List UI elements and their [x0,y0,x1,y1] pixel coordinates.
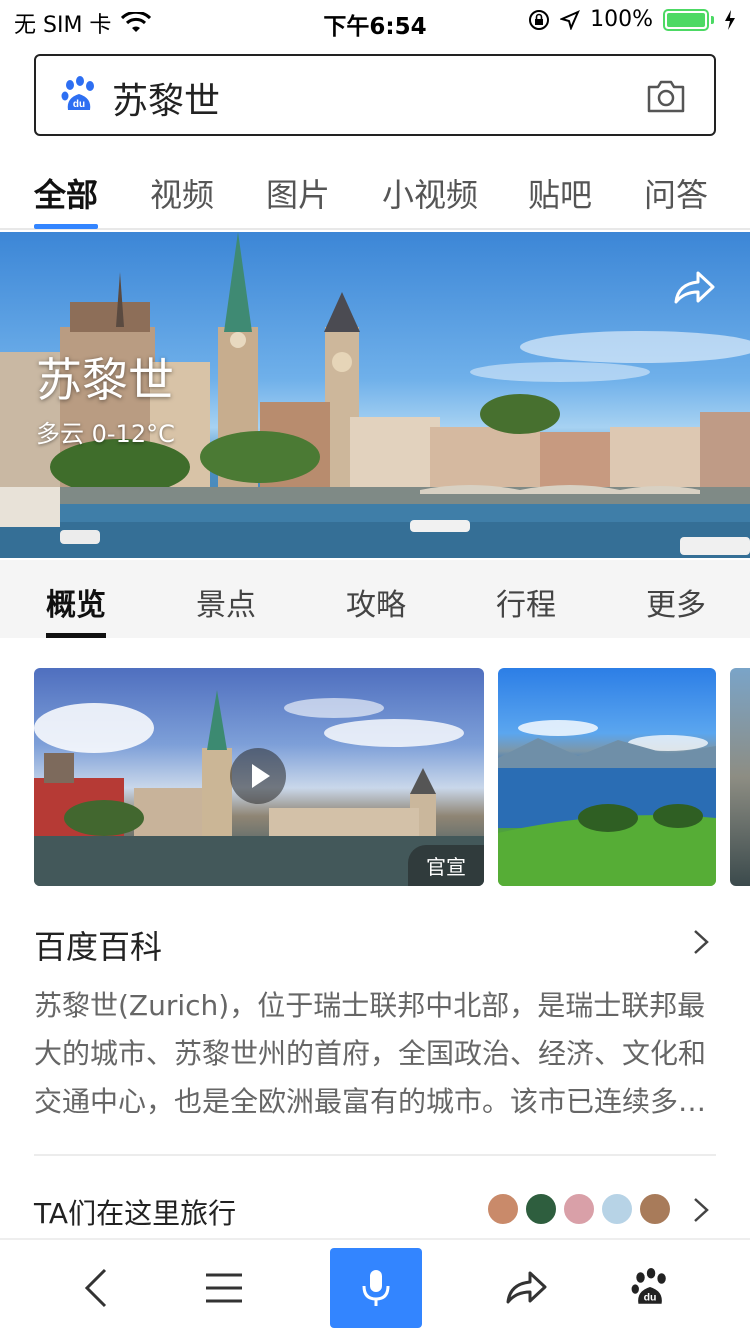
tab-all[interactable]: 全部 [34,170,98,216]
official-badge: 官宣 [408,845,484,886]
tab-active-indicator [34,224,98,229]
location-icon [560,9,581,30]
baidu-paw-icon: du [61,76,94,110]
subtab-guides[interactable]: 攻略 [346,580,406,624]
baike-title[interactable]: 百度百科 [34,922,162,968]
city-hero[interactable]: 苏黎世 多云 0-12°C [0,232,750,558]
share-icon [506,1271,547,1304]
chevron-right-icon[interactable] [692,928,710,956]
next-image-thumbnail[interactable] [730,668,750,886]
avatar [562,1192,596,1226]
battery-tip [711,15,714,24]
tab-tieba[interactable]: 贴吧 [528,170,592,216]
subtab-attractions[interactable]: 景点 [196,580,256,624]
share-icon[interactable] [672,268,716,308]
battery-icon [663,8,709,31]
city-subtabs: 概览 景点 攻略 行程 更多 [0,560,750,638]
svg-text:du: du [73,99,85,110]
subtab-more[interactable]: 更多 [646,580,706,624]
battery-fill [667,12,705,27]
tab-short-video[interactable]: 小视频 [382,170,478,216]
video-thumbnail[interactable]: 官宣 [34,668,484,886]
travelers-title[interactable]: TA们在这里旅行 [34,1192,236,1232]
chevron-right-icon[interactable] [692,1196,710,1224]
avatar [600,1192,634,1226]
back-button[interactable] [70,1264,122,1312]
search-box[interactable]: du 苏黎世 [34,54,716,136]
tab-video[interactable]: 视频 [150,170,214,216]
tab-qa[interactable]: 问答 [644,170,708,216]
menu-icon [206,1273,242,1303]
subtab-overview[interactable]: 概览 [46,580,106,624]
weather-summary: 多云 0-12°C [36,420,175,448]
rotation-lock-icon [529,9,550,30]
baidu-home-button[interactable]: du [624,1264,676,1312]
subtab-active-indicator [46,633,106,638]
avatar [524,1192,558,1226]
camera-icon[interactable] [646,78,686,114]
battery-percent: 100% [590,7,653,32]
play-button[interactable] [230,748,286,804]
avatar [486,1192,520,1226]
search-input[interactable]: 苏黎世 [112,72,220,124]
status-right: 100% [528,7,736,32]
share-button[interactable] [500,1264,552,1312]
bottom-toolbar: du [0,1238,750,1334]
category-tabs: 全部 视频 图片 小视频 贴吧 问答 [0,160,750,230]
tab-images[interactable]: 图片 [266,170,330,216]
status-bar: 无 SIM 卡 下午6:54 100% [0,0,750,40]
svg-text:du: du [644,1292,657,1304]
back-icon [84,1268,107,1308]
subtab-itinerary[interactable]: 行程 [496,580,556,624]
city-title: 苏黎世 [36,353,174,407]
lake-image-thumbnail[interactable] [498,668,716,886]
baidu-home-icon: du [631,1268,666,1304]
section-divider [34,1154,716,1156]
baike-description[interactable]: 苏黎世(Zurich)，位于瑞士联邦中北部，是瑞士联邦最大的城市、苏黎世州的首府… [34,982,716,1126]
avatar [638,1192,672,1226]
charging-icon [725,9,735,30]
microphone-icon [362,1270,390,1306]
menu-button[interactable] [198,1264,250,1312]
lake-scene-image [498,720,716,886]
play-icon [252,764,270,788]
voice-search-button[interactable] [330,1248,422,1328]
